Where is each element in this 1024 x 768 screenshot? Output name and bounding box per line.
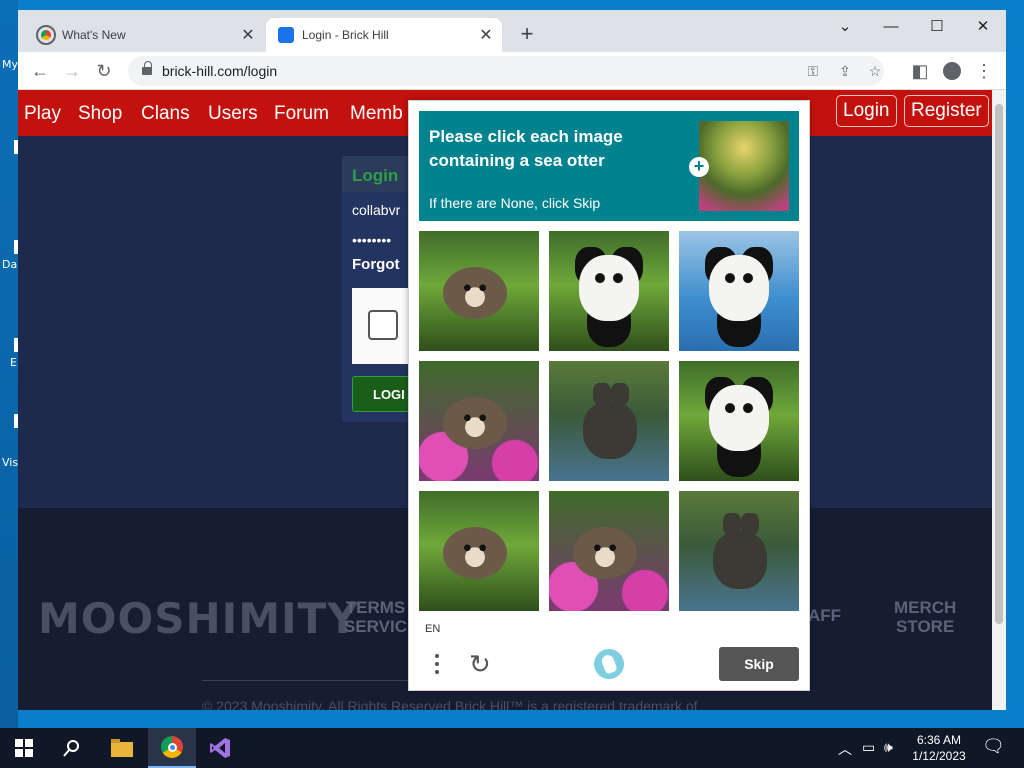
captcha-tile-7[interactable]	[419, 491, 539, 611]
rabbit-image	[713, 531, 767, 589]
captcha-tile-8[interactable]	[549, 491, 669, 611]
desktop-icon-label[interactable]: Da	[2, 258, 17, 271]
back-arrow-icon[interactable]: ←	[26, 58, 54, 84]
panda-image	[709, 385, 769, 451]
tab-strip: What's New ✕ Login - Brick Hill ✕ + ⌄ — …	[18, 10, 1006, 52]
notifications-icon[interactable]: 🗨	[982, 736, 1005, 757]
nav-register-button[interactable]: Register	[904, 95, 989, 127]
tray-chevron-icon[interactable]: ︿	[838, 739, 852, 759]
refresh-icon[interactable]: ↻	[469, 651, 495, 677]
login-panel: Login collabvr •••••••• Forgot LOGI	[342, 156, 412, 422]
nav-clans[interactable]: Clans	[141, 103, 190, 125]
volume-icon[interactable]: 🕪	[884, 739, 893, 756]
menu-kebab-icon[interactable]: ⋮	[970, 58, 998, 84]
panda-image	[709, 255, 769, 321]
browser-toolbar: ← → ↻ brick-hill.com/login ⚿ ⇪ ☆ ◧ ⋮	[18, 52, 1006, 90]
clock-date: 1/12/2023	[912, 749, 966, 763]
tab-title: Login - Brick Hill	[302, 28, 389, 42]
nav-users[interactable]: Users	[208, 103, 258, 125]
language-selector[interactable]: EN	[425, 623, 440, 635]
example-image[interactable]	[699, 121, 789, 211]
url-text[interactable]: brick-hill.com/login	[162, 63, 277, 79]
nav-play[interactable]: Play	[24, 103, 61, 125]
captcha-tile-3[interactable]	[679, 231, 799, 351]
chrome-taskbar-icon[interactable]	[148, 728, 196, 768]
captcha-challenge: Please click each image containing a sea…	[408, 100, 810, 691]
password-field[interactable]: ••••••••	[352, 232, 391, 248]
desktop-icon-label[interactable]: E	[10, 356, 17, 369]
start-windows-icon[interactable]	[0, 728, 48, 768]
footer-copyright: © 2023 Mooshimity. All Rights Reserved B…	[202, 698, 698, 710]
reload-icon[interactable]: ↻	[90, 58, 118, 84]
login-submit-button[interactable]: LOGI	[352, 376, 412, 412]
login-header: Login	[342, 156, 412, 192]
skip-button[interactable]: Skip	[719, 647, 799, 681]
captcha-tile-9[interactable]	[679, 491, 799, 611]
tab-search-icon[interactable]: ⌄	[822, 10, 868, 42]
captcha-tile-1[interactable]	[419, 231, 539, 351]
search-icon[interactable]	[48, 728, 96, 768]
clock-time: 6:36 AM	[916, 733, 962, 747]
sea-otter-image	[573, 527, 637, 579]
captcha-prompt: Please click each image containing a sea…	[419, 111, 799, 221]
hcaptcha-logo-icon[interactable]	[594, 649, 624, 679]
file-explorer-icon[interactable]	[98, 728, 146, 768]
nav-membership[interactable]: Memb	[350, 103, 403, 125]
key-icon[interactable]: ⚿	[802, 60, 824, 82]
chrome-icon	[36, 25, 56, 45]
footer-staff-link[interactable]: AFF	[808, 606, 841, 625]
scrollbar-thumb[interactable]	[995, 104, 1003, 624]
rabbit-image	[583, 401, 637, 459]
profile-icon[interactable]	[938, 58, 966, 84]
side-panel-icon[interactable]: ◧	[906, 58, 934, 84]
taskbar: ︿ ▭ 🕪 6:36 AM 1/12/2023 🗨	[0, 728, 1024, 768]
desktop-icon-label[interactable]: My	[2, 58, 18, 71]
sea-otter-image	[443, 527, 507, 579]
tab-login-brick-hill[interactable]: Login - Brick Hill ✕	[266, 18, 502, 52]
captcha-tile-6[interactable]	[679, 361, 799, 481]
brick-hill-favicon-icon	[278, 27, 294, 43]
captcha-checkbox[interactable]	[368, 310, 398, 340]
captcha-title: Please click each image containing a sea…	[429, 127, 623, 170]
taskbar-clock[interactable]: 6:36 AM 1/12/2023	[906, 732, 972, 764]
captcha-tile-2[interactable]	[549, 231, 669, 351]
forward-arrow-icon[interactable]: →	[58, 58, 86, 84]
captcha-subtitle: If there are None, click Skip	[429, 195, 601, 211]
footer-merch-link[interactable]: MERCH STORE	[894, 598, 956, 636]
desktop-icon-label[interactable]: Vis	[2, 456, 18, 469]
network-icon[interactable]: ▭	[862, 739, 875, 756]
more-options-icon[interactable]	[433, 651, 441, 677]
minimize-button[interactable]: —	[868, 10, 914, 42]
close-window-button[interactable]: ✕	[960, 10, 1006, 42]
mooshimity-logo[interactable]: MOOSHIMITY	[38, 594, 359, 643]
sea-otter-image	[443, 397, 507, 449]
captcha-tile-5[interactable]	[549, 361, 669, 481]
tab-title: What's New	[62, 28, 126, 42]
bookmark-star-icon[interactable]: ☆	[864, 60, 886, 82]
nav-login-button[interactable]: Login	[836, 95, 897, 127]
address-bar[interactable]: brick-hill.com/login ⚿ ⇪ ☆	[128, 56, 884, 86]
visual-studio-icon[interactable]	[196, 728, 244, 768]
expand-plus-icon[interactable]: +	[689, 157, 709, 177]
maximize-button[interactable]: ☐	[914, 10, 960, 42]
username-field[interactable]: collabvr	[352, 202, 400, 218]
nav-shop[interactable]: Shop	[78, 103, 122, 125]
close-tab-icon[interactable]: ✕	[476, 25, 496, 45]
footer-terms-link[interactable]: TERMS SERVIC	[344, 598, 407, 636]
close-tab-icon[interactable]: ✕	[238, 25, 258, 45]
panda-image	[579, 255, 639, 321]
tab-whats-new[interactable]: What's New ✕	[26, 18, 264, 52]
new-tab-button[interactable]: +	[514, 22, 540, 48]
nav-forum[interactable]: Forum	[274, 103, 329, 125]
page-scrollbar[interactable]	[992, 90, 1006, 710]
share-icon[interactable]: ⇪	[834, 60, 856, 82]
captcha-tile-4[interactable]	[419, 361, 539, 481]
lock-icon	[142, 61, 152, 77]
sea-otter-image	[443, 267, 507, 319]
forgot-password-link[interactable]: Forgot	[352, 256, 399, 273]
